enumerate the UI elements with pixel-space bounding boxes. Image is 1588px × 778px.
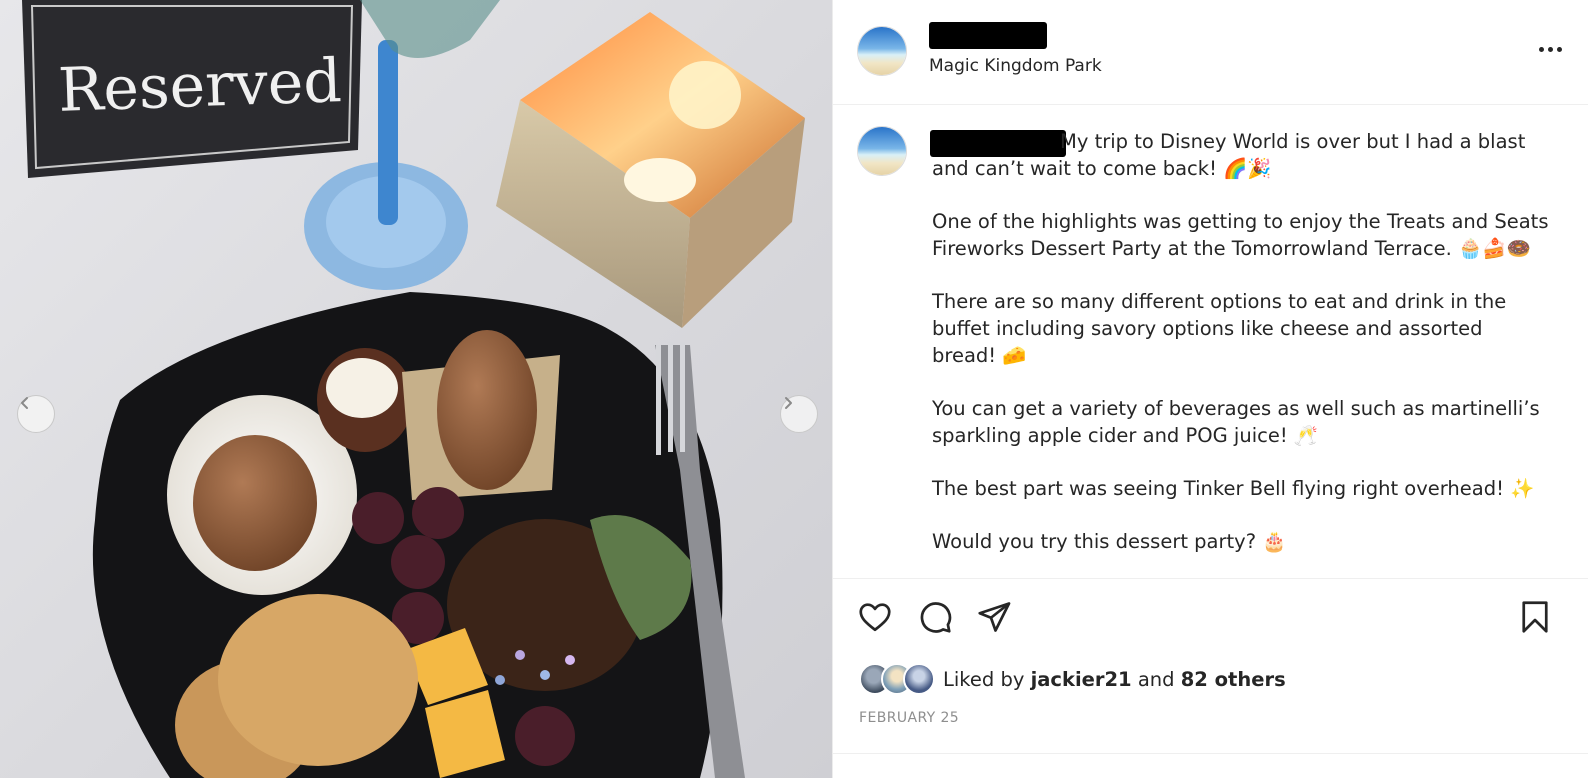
caption-paragraph: My trip to Disney World is over but I ha… [932, 130, 1526, 180]
more-options-button[interactable] [1535, 36, 1565, 62]
caption-paragraph: Would you try this dessert party? 🎂 [932, 530, 1287, 553]
likes-prefix: Liked by [943, 667, 1025, 691]
post-location[interactable]: Magic Kingdom Park [929, 56, 1102, 76]
paper-plane-icon [978, 602, 1011, 632]
next-photo-button[interactable] [780, 395, 818, 433]
chevron-left-icon [21, 397, 28, 409]
reserved-sign-text: Reserved [57, 46, 343, 126]
likes-summary[interactable]: Liked by jackier21 and 82 others [859, 663, 1286, 695]
caption-paragraph: There are so many different options to e… [932, 290, 1507, 367]
chevron-right-icon [785, 397, 792, 409]
dessert-photo-illustration: Reserved [22, 0, 805, 778]
author-avatar[interactable] [857, 26, 907, 76]
liker-avatar [903, 663, 935, 695]
caption-paragraph: One of the highlights was getting to enj… [932, 210, 1549, 260]
comment-icon [920, 602, 952, 633]
post-actions: Liked by jackier21 and 82 others FEBRUAR… [833, 578, 1588, 769]
heart-icon [859, 603, 891, 632]
like-button[interactable] [857, 599, 893, 639]
post-date[interactable]: FEBRUARY 25 [859, 710, 959, 726]
likes-others-link[interactable]: 82 others [1181, 668, 1286, 691]
likes-joiner: and [1137, 667, 1175, 691]
candle-holder [496, 12, 805, 328]
post-header: Magic Kingdom Park [833, 0, 1588, 105]
post-caption: My trip to Disney World is over but I ha… [932, 128, 1552, 581]
more-horizontal-icon [1538, 46, 1544, 52]
redacted-username[interactable] [929, 22, 1047, 49]
save-button[interactable] [1517, 599, 1553, 639]
share-button[interactable] [976, 599, 1012, 639]
comment-button[interactable] [917, 599, 953, 639]
divider [833, 753, 1588, 754]
post-modal: Reserved Magic Kingdom Park My trip to D… [0, 0, 1588, 778]
likes-text: Liked by jackier21 and 82 others [943, 668, 1286, 691]
caption-paragraph: You can get a variety of beverages as we… [932, 397, 1540, 447]
caption-paragraph: The best part was seeing Tinker Bell fly… [932, 477, 1535, 500]
cream-tart [317, 348, 413, 452]
liker-username-link[interactable]: jackier21 [1031, 668, 1132, 691]
post-photo: Reserved [0, 0, 832, 778]
bookmark-icon [1522, 601, 1548, 633]
previous-photo-button[interactable] [17, 395, 55, 433]
caption-author-avatar[interactable] [857, 126, 907, 176]
liker-avatars[interactable] [859, 663, 935, 695]
post-details-panel: Magic Kingdom Park My trip to Disney Wor… [832, 0, 1588, 778]
